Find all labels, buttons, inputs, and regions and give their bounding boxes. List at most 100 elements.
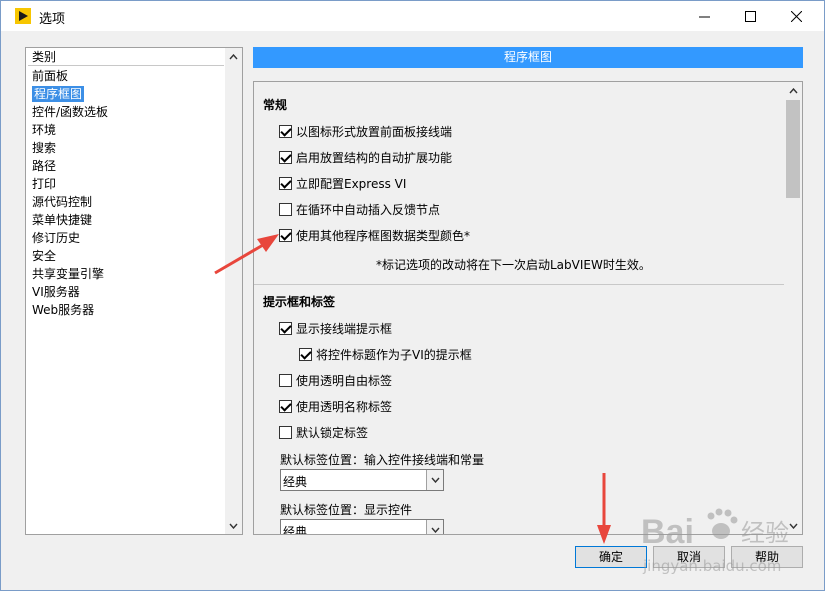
option-row[interactable]: 显示接线端提示框	[279, 320, 392, 336]
window-title: 选项	[39, 12, 66, 27]
options-content: 常规 以图标形式放置前面板接线端 启用放置结构的自动扩展功能 立即配置Expre…	[253, 81, 803, 535]
option-row[interactable]: 以图标形式放置前面板接线端	[279, 123, 452, 139]
section-title-bar: 程序框图	[253, 47, 803, 68]
category-item[interactable]: 控件/函数选板	[28, 103, 224, 121]
category-item-label: 菜单快捷键	[32, 213, 93, 227]
category-item-label: 搜索	[32, 141, 57, 155]
dropdown-button[interactable]	[426, 470, 443, 490]
paw-icon	[707, 508, 738, 539]
option-row[interactable]: 启用放置结构的自动扩展功能	[279, 149, 452, 165]
group-title-general: 常规	[263, 98, 288, 112]
category-item[interactable]: 源代码控制	[28, 193, 224, 211]
minimize-icon	[698, 16, 710, 17]
category-item-label: 控件/函数选板	[32, 105, 109, 119]
category-item[interactable]: 共享变量引擎	[28, 265, 224, 283]
option-label: 在循环中自动插入反馈节点	[296, 202, 441, 217]
watermark-url: jingyan.baidu.com	[642, 557, 781, 575]
option-label: 默认锁定标签	[296, 425, 369, 440]
option-row[interactable]: 使用透明名称标签	[279, 398, 392, 414]
checkbox[interactable]	[279, 202, 292, 216]
category-item-label: 源代码控制	[32, 195, 93, 209]
chevron-down-icon	[430, 477, 440, 483]
option-row[interactable]: 使用其他程序框图数据类型颜色*	[279, 227, 470, 243]
label-position-input-label: 默认标签位置：输入控件接线端和常量	[280, 453, 485, 467]
watermark-suffix: 经验	[741, 519, 789, 547]
category-item-label: VI服务器	[32, 285, 80, 299]
group-title-tips: 提示框和标签	[263, 295, 336, 309]
scroll-thumb[interactable]	[786, 100, 800, 198]
category-scrollbar[interactable]	[225, 48, 242, 534]
option-label: 以图标形式放置前面板接线端	[296, 124, 453, 139]
labview-icon	[15, 8, 31, 24]
option-label: 显示接线端提示框	[296, 321, 393, 336]
content-scrollbar[interactable]	[784, 82, 802, 534]
option-row[interactable]: 立即配置Express VI	[279, 175, 406, 191]
checkbox[interactable]	[279, 425, 292, 439]
category-item-label: 环境	[32, 123, 57, 137]
title-bar: 选项	[1, 1, 824, 31]
dropdown-button[interactable]	[426, 520, 443, 534]
category-item-label: 路径	[32, 159, 57, 173]
maximize-button[interactable]	[727, 1, 773, 31]
chevron-up-icon	[788, 87, 798, 93]
scroll-up-arrow[interactable]	[784, 82, 802, 99]
chevron-down-icon	[430, 527, 440, 533]
checkbox[interactable]	[279, 373, 292, 387]
ok-button[interactable]: 确定	[575, 546, 647, 568]
baidu-watermark: Bai 经验 jingyan.baidu.com	[641, 508, 789, 575]
checkbox[interactable]	[279, 399, 292, 413]
option-label: 使用其他程序框图数据类型颜色*	[296, 228, 471, 243]
checkbox[interactable]	[279, 176, 292, 190]
scroll-up-arrow[interactable]	[225, 48, 242, 65]
category-item-label: 共享变量引擎	[32, 267, 105, 281]
category-panel: 类别 前面板程序框图控件/函数选板 环境搜索路径打印源代码控制菜单快捷键修订历史安…	[25, 47, 243, 535]
checkbox[interactable]	[299, 347, 312, 361]
select-value: 经典	[283, 525, 308, 535]
category-item[interactable]: 环境	[28, 121, 224, 139]
checkbox[interactable]	[279, 228, 292, 242]
checkbox[interactable]	[279, 124, 292, 138]
category-item[interactable]: 打印	[28, 175, 224, 193]
category-item-label: Web服务器	[32, 303, 95, 317]
category-item[interactable]: 安全	[28, 247, 224, 265]
category-list: 类别 前面板程序框图控件/函数选板 环境搜索路径打印源代码控制菜单快捷键修订历史安…	[26, 48, 226, 534]
option-row[interactable]: 在循环中自动插入反馈节点	[279, 201, 440, 217]
option-row[interactable]: 默认锁定标签	[279, 424, 368, 440]
watermark-brand: Bai	[641, 513, 694, 551]
chevron-down-icon	[229, 523, 238, 529]
category-item-label: 前面板	[32, 69, 69, 83]
close-button[interactable]	[773, 1, 819, 31]
close-icon	[790, 10, 802, 22]
category-item[interactable]: Web服务器	[28, 301, 224, 319]
label-position-input-select[interactable]: 经典	[280, 469, 444, 491]
category-item-label: 打印	[32, 177, 57, 191]
category-item[interactable]: VI服务器	[28, 283, 224, 301]
option-row[interactable]: 使用透明自由标签	[279, 372, 392, 388]
category-item-label: 修订历史	[32, 231, 81, 245]
category-item[interactable]: 路径	[28, 157, 224, 175]
minimize-button[interactable]	[681, 1, 727, 31]
checkbox[interactable]	[279, 150, 292, 164]
label-position-output-label: 默认标签位置：显示控件	[280, 503, 413, 517]
option-label: 使用透明名称标签	[296, 399, 393, 414]
category-header: 类别	[28, 49, 224, 66]
divider	[254, 284, 784, 285]
category-item-label: 程序框图	[32, 86, 85, 102]
scroll-down-arrow[interactable]	[225, 517, 242, 534]
option-label: 启用放置结构的自动扩展功能	[296, 150, 453, 165]
label-position-output-select[interactable]: 经典	[280, 519, 444, 535]
option-label: 使用透明自由标签	[296, 373, 393, 388]
category-item[interactable]: 前面板	[28, 67, 224, 85]
checkbox[interactable]	[279, 321, 292, 335]
category-item[interactable]: 程序框图	[28, 85, 224, 103]
options-dialog: 选项 类别 前面板 程序框图 控件/函数选板 环境 搜索 路径 打印 源代码控制 菜单快捷键 修订…	[0, 0, 825, 591]
option-label: 将控件标题作为子VI的提示框	[316, 347, 472, 362]
chevron-up-icon	[229, 53, 238, 59]
category-items: 前面板程序框图控件/函数选板 环境搜索路径打印源代码控制菜单快捷键修订历史安全共享…	[28, 67, 224, 319]
option-row[interactable]: 将控件标题作为子VI的提示框	[299, 346, 472, 362]
select-value: 经典	[283, 475, 308, 489]
category-item-label: 安全	[32, 249, 57, 263]
category-item[interactable]: 搜索	[28, 139, 224, 157]
category-item[interactable]: 修订历史	[28, 229, 224, 247]
category-item[interactable]: 菜单快捷键	[28, 211, 224, 229]
